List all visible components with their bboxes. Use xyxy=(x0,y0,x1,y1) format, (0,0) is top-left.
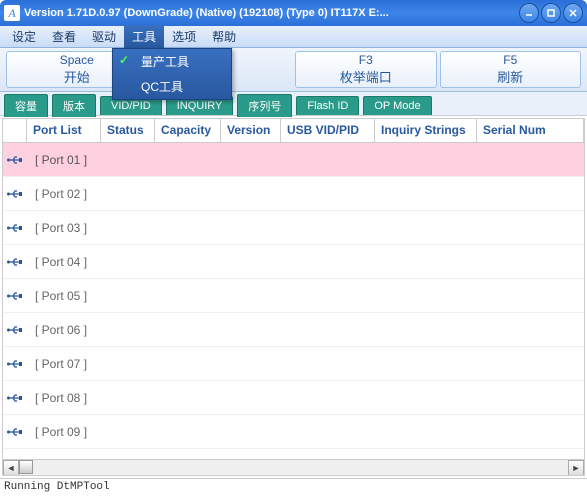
menubar: 设定 查看 驱动 工具 选项 帮助 xyxy=(0,26,587,48)
port-cell: [ Port 03 ] xyxy=(27,221,95,235)
table-row[interactable]: [ Port 05 ] xyxy=(3,279,584,313)
dropdown-item-label: 量产工具 xyxy=(141,55,189,69)
app-icon: A xyxy=(4,5,20,21)
table-row[interactable]: [ Port 04 ] xyxy=(3,245,584,279)
window-title: Version 1.71D.0.97 (DownGrade) (Native) … xyxy=(24,7,519,19)
usb-icon xyxy=(3,359,27,369)
table-row[interactable]: [ Port 09 ] xyxy=(3,415,584,449)
table-row[interactable]: [ Port 08 ] xyxy=(3,381,584,415)
toolbar-label: 枚举端口 xyxy=(340,67,392,86)
table-row[interactable]: [ Port 07 ] xyxy=(3,347,584,381)
toolbar-key: Space xyxy=(60,53,94,67)
usb-icon xyxy=(3,427,27,437)
port-cell: [ Port 05 ] xyxy=(27,289,95,303)
th-icon xyxy=(3,119,27,142)
th-portlist[interactable]: Port List xyxy=(27,119,101,142)
usb-icon xyxy=(3,325,27,335)
scroll-thumb[interactable] xyxy=(19,460,33,474)
port-cell: [ Port 06 ] xyxy=(27,323,95,337)
tabstrip: 容量 版本 VID/PID INQUIRY 序列号 Flash ID OP Mo… xyxy=(0,92,587,116)
th-serial[interactable]: Serial Num xyxy=(477,119,584,142)
toolbar: Space 开始 F3 枚举端口 F5 刷新 xyxy=(0,48,587,92)
tab-serial[interactable]: 序列号 xyxy=(237,94,292,117)
table-row[interactable]: [ Port 06 ] xyxy=(3,313,584,347)
menu-options[interactable]: 选项 xyxy=(164,25,204,48)
check-icon: ✓ xyxy=(119,53,129,67)
window-controls xyxy=(519,3,583,23)
maximize-button[interactable] xyxy=(541,3,561,23)
toolbar-label: 刷新 xyxy=(497,67,523,86)
toolbar-key: F3 xyxy=(359,53,373,67)
port-cell: [ Port 08 ] xyxy=(27,391,95,405)
dropdown-item-label: QC工具 xyxy=(141,80,183,94)
toolbar-refresh-button[interactable]: F5 刷新 xyxy=(440,51,582,88)
toolbar-enum-button[interactable]: F3 枚举端口 xyxy=(295,51,437,88)
table-container: Port List Status Capacity Version USB VI… xyxy=(2,118,585,476)
tab-version[interactable]: 版本 xyxy=(52,94,96,117)
usb-icon xyxy=(3,393,27,403)
tab-flashid[interactable]: Flash ID xyxy=(296,96,359,115)
table-body: [ Port 01 ] [ Port 02 ] [ Port 03 ] [ Port … xyxy=(3,143,584,449)
table-row[interactable]: [ Port 01 ] xyxy=(3,143,584,177)
scroll-right-button[interactable]: ► xyxy=(568,460,584,476)
tab-capacity[interactable]: 容量 xyxy=(4,94,48,117)
th-capacity[interactable]: Capacity xyxy=(155,119,221,142)
tab-opmode[interactable]: OP Mode xyxy=(363,96,431,115)
usb-icon xyxy=(3,257,27,267)
statusbar: Running DtMPTool xyxy=(0,478,587,496)
menu-driver[interactable]: 驱动 xyxy=(84,25,124,48)
usb-icon xyxy=(3,189,27,199)
port-cell: [ Port 09 ] xyxy=(27,425,95,439)
tools-dropdown: ✓ 量产工具 QC工具 xyxy=(112,48,232,100)
th-version[interactable]: Version xyxy=(221,119,281,142)
scroll-left-button[interactable]: ◄ xyxy=(3,460,19,476)
titlebar: A Version 1.71D.0.97 (DownGrade) (Native… xyxy=(0,0,587,26)
th-status[interactable]: Status xyxy=(101,119,155,142)
th-vidpid[interactable]: USB VID/PID xyxy=(281,119,375,142)
th-inquiry[interactable]: Inquiry Strings xyxy=(375,119,477,142)
usb-icon xyxy=(3,155,27,165)
toolbar-key: F5 xyxy=(503,53,517,67)
port-cell: [ Port 07 ] xyxy=(27,357,95,371)
menu-view[interactable]: 查看 xyxy=(44,25,84,48)
table-row[interactable]: [ Port 03 ] xyxy=(3,211,584,245)
menu-tools[interactable]: 工具 xyxy=(124,25,164,48)
dropdown-item-mptool[interactable]: ✓ 量产工具 xyxy=(113,49,231,74)
menu-settings[interactable]: 设定 xyxy=(4,25,44,48)
dropdown-item-qctool[interactable]: QC工具 xyxy=(113,74,231,99)
toolbar-label: 开始 xyxy=(64,67,90,86)
table-row[interactable]: [ Port 02 ] xyxy=(3,177,584,211)
menu-help[interactable]: 帮助 xyxy=(204,25,244,48)
usb-icon xyxy=(3,291,27,301)
usb-icon xyxy=(3,223,27,233)
port-cell: [ Port 01 ] xyxy=(27,153,95,167)
scroll-track[interactable] xyxy=(19,460,568,475)
minimize-button[interactable] xyxy=(519,3,539,23)
port-cell: [ Port 04 ] xyxy=(27,255,95,269)
port-cell: [ Port 02 ] xyxy=(27,187,95,201)
close-button[interactable] xyxy=(563,3,583,23)
table-header: Port List Status Capacity Version USB VI… xyxy=(3,119,584,143)
horizontal-scrollbar[interactable]: ◄ ► xyxy=(3,459,584,475)
